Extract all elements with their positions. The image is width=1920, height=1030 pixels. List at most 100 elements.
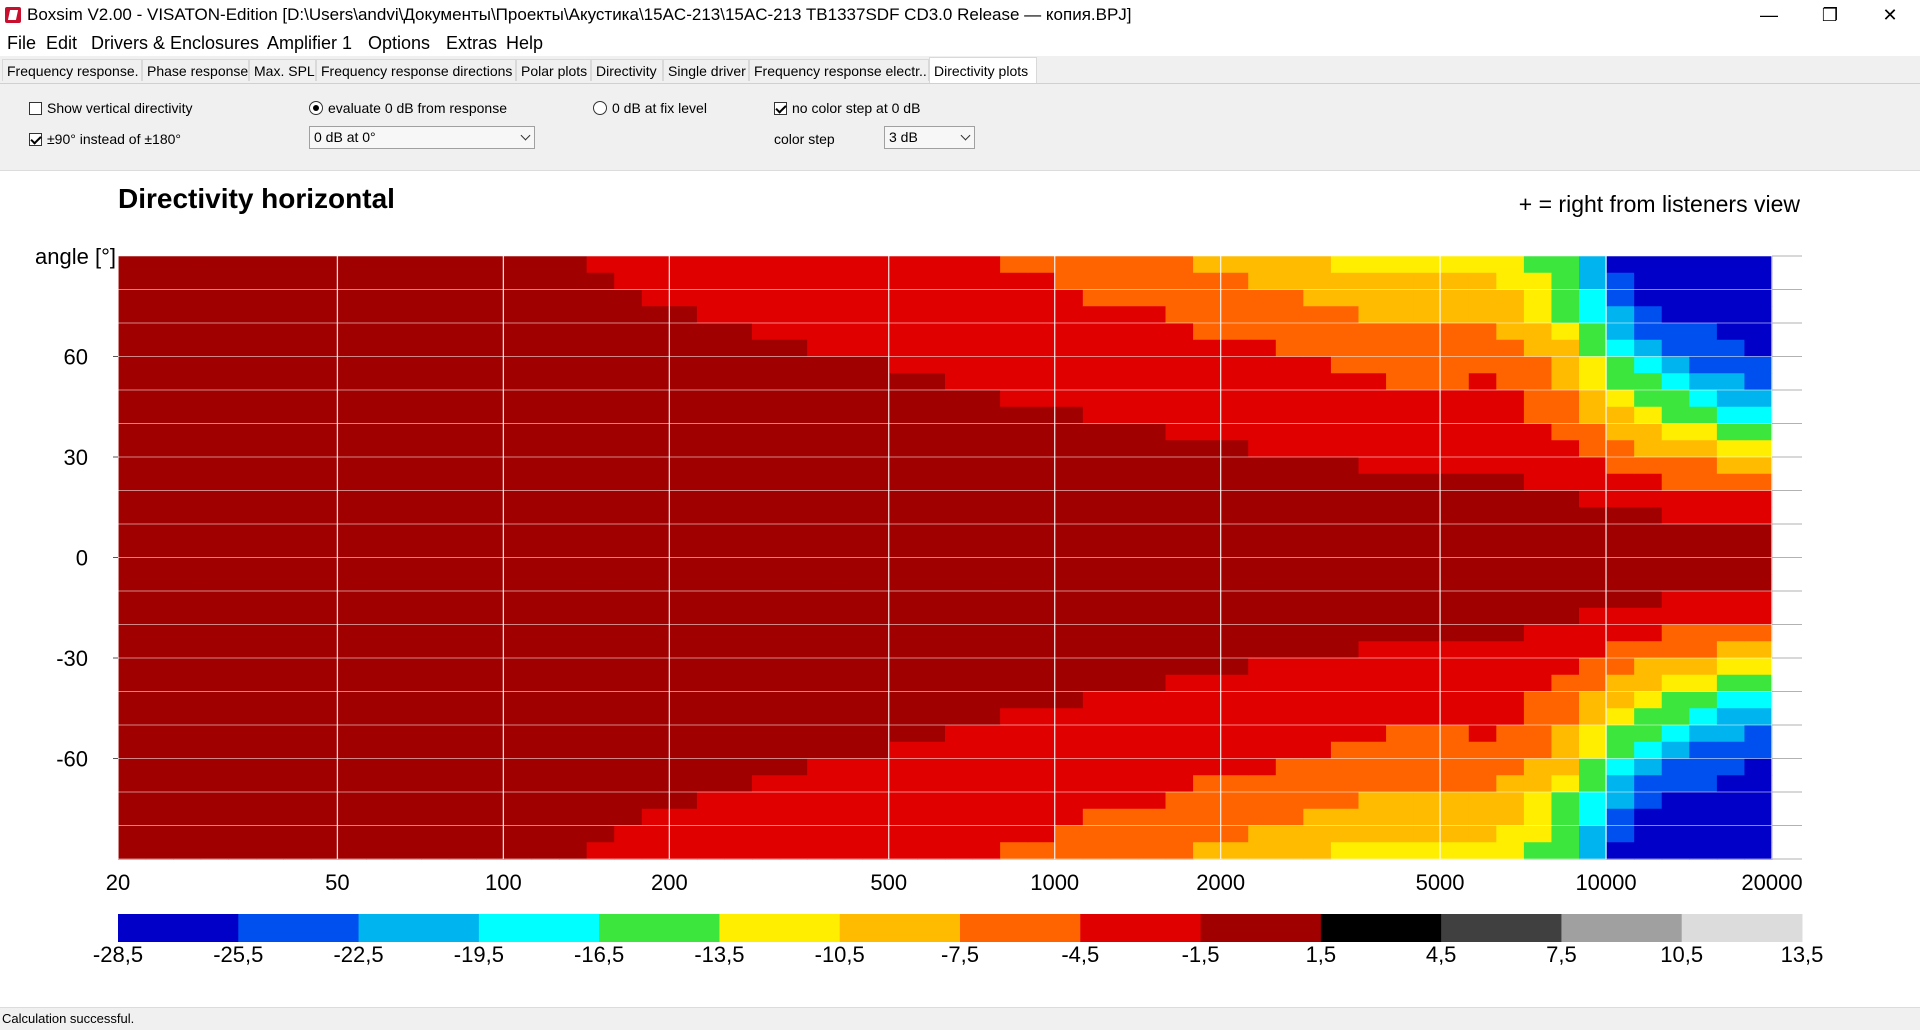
heatmap-cell (531, 272, 560, 291)
heatmap-cell (503, 423, 533, 441)
heatmap-cell (421, 641, 450, 659)
heatmap-cell (1661, 272, 1690, 291)
heatmap-cell (200, 507, 229, 525)
heatmap-cell (724, 339, 753, 358)
heatmap-cell (834, 691, 863, 709)
heatmap-cell (1055, 373, 1084, 391)
heatmap-cell (1716, 607, 1746, 626)
heatmap-cell (1496, 674, 1525, 693)
heatmap-cell (1055, 339, 1084, 358)
tab-max-spl[interactable]: Max. SPL (249, 59, 316, 81)
heatmap-cell (1744, 356, 1773, 374)
heatmap-cell (945, 741, 974, 760)
heatmap-cell (1275, 624, 1304, 642)
heatmap-cell (1386, 272, 1415, 291)
heatmap-cell (807, 624, 836, 642)
tab-frequency-response-directions[interactable]: Frequency response directions (316, 59, 516, 81)
heatmap-cell (724, 289, 753, 307)
heatmap-cell (696, 323, 726, 341)
maximize-button[interactable]: ❐ (1807, 0, 1853, 30)
heatmap-cell (1165, 406, 1194, 425)
heatmap-cell (1165, 390, 1194, 408)
heatmap-cell (476, 339, 505, 358)
tab-directivity[interactable]: Directivity (591, 59, 663, 81)
heatmap-cell (1606, 758, 1635, 776)
heatmap-cell (917, 440, 946, 458)
heatmap-cell (559, 691, 588, 709)
heatmap-cell (1193, 725, 1222, 743)
heatmap-cell (641, 741, 670, 760)
close-button[interactable]: ✕ (1867, 0, 1913, 30)
heatmap-cell (1606, 272, 1635, 291)
minimize-button[interactable]: — (1746, 0, 1792, 30)
fix-level-radio[interactable]: 0 dB at fix level (593, 100, 707, 116)
menu-drivers-enclosures[interactable]: Drivers & Enclosures (91, 33, 259, 54)
tab-frequency-response-electr[interactable]: Frequency response electr.. (749, 59, 929, 81)
heatmap-cell (807, 272, 836, 291)
reference-select[interactable]: 0 dB at 0° (309, 126, 535, 149)
heatmap-cell (1000, 272, 1029, 291)
tab-phase-response[interactable]: Phase response (142, 59, 249, 81)
menu-extras[interactable]: Extras (446, 33, 497, 54)
heatmap-cell (917, 674, 946, 693)
heatmap-cell (1275, 256, 1304, 274)
color-step-select[interactable]: 3 dB (884, 126, 975, 149)
show-vertical-directivity-checkbox[interactable]: Show vertical directivity (29, 100, 193, 116)
heatmap-cell (1579, 557, 1608, 575)
heatmap-cell (1330, 423, 1360, 441)
heatmap-cell (448, 825, 477, 843)
menu-amplifier[interactable]: Amplifier 1 (267, 33, 352, 54)
menu-file[interactable]: File (7, 33, 36, 54)
heatmap-cell (1193, 540, 1222, 559)
heatmap-cell (1000, 641, 1029, 659)
heatmap-cell (1110, 540, 1139, 559)
heatmap-cell (1689, 674, 1718, 693)
tab-polar-plots[interactable]: Polar plots (516, 59, 591, 81)
menu-options[interactable]: Options (368, 33, 430, 54)
heatmap-cell (1000, 674, 1029, 693)
heatmap-cell (1441, 557, 1470, 575)
heatmap-cell (972, 741, 1001, 760)
heatmap-cell (724, 708, 753, 726)
heatmap-cell (1275, 390, 1304, 408)
tab-single-driver[interactable]: Single driver (663, 59, 749, 81)
heatmap-cell (1137, 356, 1167, 374)
heatmap-cell (1055, 507, 1084, 525)
heatmap-cell (1551, 272, 1580, 291)
heatmap-cell (889, 373, 919, 391)
heatmap-cell (1386, 725, 1415, 743)
heatmap-cell (200, 842, 229, 860)
heatmap-cell (228, 775, 257, 793)
heatmap-cell (1000, 775, 1029, 793)
heatmap-cell (807, 741, 836, 760)
heatmap-cell (1634, 272, 1663, 291)
heatmap-cell (448, 490, 477, 508)
heatmap-cell (228, 792, 257, 810)
plus-minus-90-checkbox[interactable]: ±90° instead of ±180° (29, 131, 181, 147)
tab-directivity-plots[interactable]: Directivity plots (929, 57, 1037, 83)
heatmap-cell (1358, 306, 1387, 324)
heatmap-cell (1137, 658, 1167, 676)
heatmap-cell (614, 256, 643, 274)
heatmap-cell (1055, 557, 1084, 575)
heatmap-cell (862, 339, 891, 358)
heatmap-cell (476, 792, 505, 810)
heatmap-cell (641, 691, 670, 709)
heatmap-cell (1248, 725, 1277, 743)
heatmap-cell (283, 540, 312, 559)
heatmap-cell (1496, 390, 1525, 408)
no-color-step-checkbox[interactable]: no color step at 0 dB (774, 100, 920, 116)
menu-help[interactable]: Help (506, 33, 543, 54)
heatmap-cell (1193, 674, 1222, 693)
heatmap-cell (1275, 356, 1304, 374)
menu-edit[interactable]: Edit (46, 33, 77, 54)
heatmap-cell (1744, 842, 1773, 860)
evaluate-0db-radio[interactable]: evaluate 0 dB from response (309, 100, 507, 116)
tab-frequency-response[interactable]: Frequency response. (2, 59, 142, 81)
heatmap-cell (724, 540, 753, 559)
heatmap-cell (1744, 423, 1773, 441)
heatmap-cell (1523, 641, 1553, 659)
heatmap-cell (366, 540, 395, 559)
heatmap-cell (503, 808, 533, 827)
y-axis-label: angle [°] (35, 244, 116, 269)
